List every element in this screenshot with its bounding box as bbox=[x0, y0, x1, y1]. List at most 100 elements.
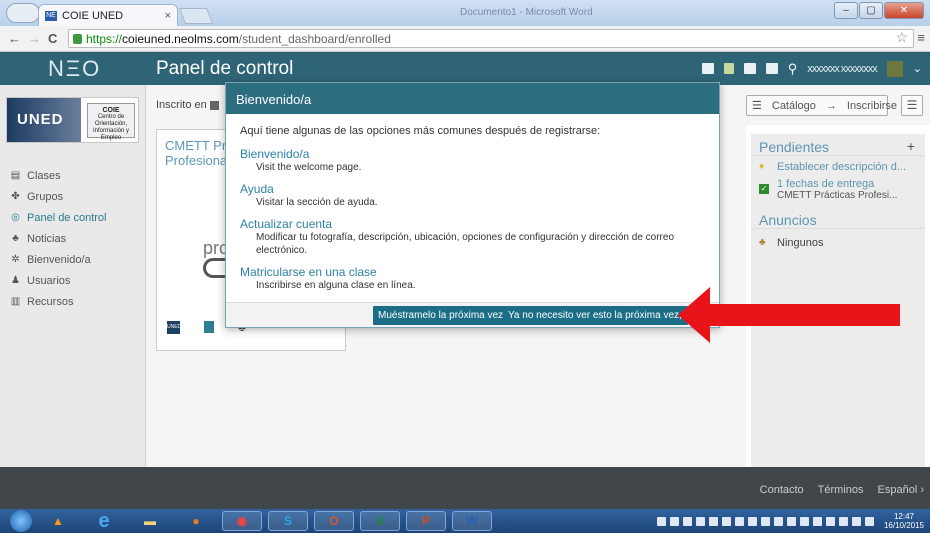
announcement-label: Ningunos bbox=[777, 237, 824, 249]
dont-show-again-button[interactable]: Ya no necesito ver esto la próxima vez, … bbox=[503, 306, 688, 325]
dialog-footer: Muéstramelo la próxima vez Ya no necesit… bbox=[226, 302, 719, 327]
terms-link[interactable]: Términos bbox=[818, 484, 864, 496]
dialog-body: Aquí tiene algunas de las opciones más c… bbox=[226, 114, 719, 292]
pending-item-course: CMETT Prácticas Profesi... bbox=[777, 190, 898, 201]
document-icon[interactable] bbox=[204, 321, 214, 333]
firefox-icon[interactable]: ● bbox=[176, 511, 216, 531]
sidebar-item-grupos[interactable]: ✤ Grupos bbox=[0, 186, 146, 207]
tray-icon[interactable] bbox=[786, 516, 796, 526]
word-icon[interactable]: W bbox=[452, 511, 492, 531]
bookmark-star-icon[interactable]: ☆ bbox=[895, 29, 908, 46]
tray-icon[interactable] bbox=[669, 516, 679, 526]
start-button[interactable] bbox=[10, 510, 32, 532]
tab-close-icon[interactable]: × bbox=[165, 10, 171, 22]
option-description: Inscribirse en alguna clase en línea. bbox=[256, 280, 416, 291]
url-host: coieuned.neolms.com bbox=[122, 31, 239, 46]
page-title: Panel de control bbox=[156, 57, 294, 79]
contact-link[interactable]: Contacto bbox=[760, 484, 804, 496]
welcome-icon: ✲ bbox=[11, 254, 20, 265]
course-title[interactable]: CMETT Pra Profesiona bbox=[165, 138, 233, 168]
new-tab-button[interactable] bbox=[179, 8, 213, 24]
tray-icon[interactable] bbox=[695, 516, 705, 526]
internet-explorer-icon[interactable]: e bbox=[84, 510, 124, 532]
reload-button[interactable]: C bbox=[48, 31, 57, 46]
powerpoint-icon[interactable]: P bbox=[406, 511, 446, 531]
arrow-right-icon: → bbox=[825, 99, 837, 112]
browser-history-button[interactable] bbox=[6, 3, 40, 23]
tray-icon[interactable] bbox=[721, 516, 731, 526]
browser-menu-icon[interactable]: ≡ bbox=[917, 30, 925, 45]
groups-icon: ✤ bbox=[11, 191, 20, 202]
user-name[interactable]: xxxxxxx xxxxxxxx bbox=[807, 63, 878, 75]
language-selector[interactable]: Español › bbox=[878, 484, 924, 496]
skype-icon[interactable]: S bbox=[268, 511, 308, 531]
sidebar-item-panel-de-control[interactable]: ◎ Panel de control bbox=[0, 207, 146, 228]
vlc-icon[interactable]: ▲ bbox=[38, 511, 78, 531]
close-window-button[interactable]: ✕ bbox=[884, 2, 924, 19]
calendar-icon[interactable] bbox=[743, 63, 756, 74]
tray-icon[interactable] bbox=[708, 516, 718, 526]
forward-button[interactable]: → bbox=[28, 31, 41, 46]
flag-icon[interactable] bbox=[838, 516, 848, 526]
pending-item-label[interactable]: 1 fechas de entrega bbox=[777, 178, 897, 190]
option-link[interactable]: Matricularse en una clase bbox=[240, 265, 705, 279]
network-icon[interactable] bbox=[851, 516, 861, 526]
app-footer: Contacto Términos Español › bbox=[0, 467, 930, 509]
catalog-button[interactable]: Catálogo bbox=[767, 100, 821, 112]
enrolled-filter[interactable]: Inscrito en bbox=[156, 99, 219, 111]
tray-icon[interactable] bbox=[682, 516, 692, 526]
uned-course-icon[interactable]: UNED bbox=[167, 320, 181, 334]
help-icon[interactable] bbox=[765, 63, 778, 74]
dialog-intro: Aquí tiene algunas de las opciones más c… bbox=[240, 125, 601, 137]
tray-icon[interactable] bbox=[812, 516, 822, 526]
chevron-down-icon[interactable]: ⌄ bbox=[913, 62, 922, 75]
tray-icon[interactable] bbox=[799, 516, 809, 526]
sidebar-item-noticias[interactable]: ♣ Noticias bbox=[0, 228, 146, 249]
sidebar-item-label: Noticias bbox=[27, 232, 67, 245]
pending-item[interactable]: ✓ 1 fechas de entrega CMETT Prácticas Pr… bbox=[751, 173, 925, 201]
sidebar-item-bienvenido[interactable]: ✲ Bienvenido/a bbox=[0, 249, 146, 270]
file-explorer-icon[interactable]: ▬ bbox=[130, 511, 170, 531]
pending-item[interactable]: ♦ Establecer descripción d... bbox=[751, 156, 925, 173]
tray-icon[interactable] bbox=[734, 516, 744, 526]
menu-icon[interactable]: ☰ bbox=[901, 95, 923, 116]
address-bar[interactable]: https:// coieuned.neolms.com /student_da… bbox=[68, 29, 914, 48]
tray-icon[interactable] bbox=[825, 516, 835, 526]
tray-icon[interactable] bbox=[773, 516, 783, 526]
avatar[interactable] bbox=[886, 60, 903, 77]
tray-icon[interactable] bbox=[760, 516, 770, 526]
taskbar-clock[interactable]: 12:47 16/10/2015 bbox=[884, 512, 924, 530]
option-link[interactable]: Bienvenido/a bbox=[240, 147, 705, 161]
enroll-button[interactable]: Inscribirse bbox=[842, 100, 902, 112]
outlook-icon[interactable]: O bbox=[314, 511, 354, 531]
pending-title: Pendientes bbox=[759, 139, 830, 155]
chrome-icon[interactable]: ◉ bbox=[222, 511, 262, 531]
enrolled-label: Inscrito en bbox=[156, 99, 207, 111]
sidebar-item-recursos[interactable]: ▥ Recursos bbox=[0, 291, 146, 312]
search-icon[interactable]: ⚲ bbox=[788, 61, 798, 77]
announcements-title: Anuncios bbox=[759, 212, 817, 228]
option-link[interactable]: Ayuda bbox=[240, 182, 705, 196]
tray-icon[interactable] bbox=[656, 516, 666, 526]
neo-logo[interactable]: NΞO bbox=[0, 56, 146, 82]
minimize-button[interactable]: – bbox=[834, 2, 858, 19]
tray-icon[interactable] bbox=[747, 516, 757, 526]
add-icon[interactable]: + bbox=[907, 138, 915, 154]
mail-icon[interactable] bbox=[701, 63, 714, 74]
sidebar-item-usuarios[interactable]: ♟ Usuarios bbox=[0, 270, 146, 291]
coie-badge: COIE Centro de Orientación, Información … bbox=[87, 103, 135, 141]
welcome-dialog: Bienvenido/a Aquí tiene algunas de las o… bbox=[225, 82, 720, 328]
excel-icon[interactable]: X bbox=[360, 511, 400, 531]
back-button[interactable]: ← bbox=[8, 31, 21, 46]
sidebar-item-label: Grupos bbox=[27, 190, 64, 203]
option-link[interactable]: Actualizar cuenta bbox=[240, 217, 705, 231]
option-update-account: Actualizar cuenta Modificar tu fotografí… bbox=[240, 217, 705, 257]
browser-tab[interactable]: NE COIE UNED × bbox=[38, 4, 178, 26]
show-next-time-button[interactable]: Muéstramelo la próxima vez bbox=[373, 306, 509, 325]
volume-icon[interactable] bbox=[864, 516, 874, 526]
tab-title: COIE UNED bbox=[62, 9, 124, 22]
pending-item-label[interactable]: Establecer descripción d... bbox=[777, 161, 906, 173]
alerts-icon[interactable] bbox=[723, 63, 734, 74]
maximize-button[interactable]: ▢ bbox=[859, 2, 883, 19]
sidebar-item-clases[interactable]: ▤ Clases bbox=[0, 165, 146, 186]
